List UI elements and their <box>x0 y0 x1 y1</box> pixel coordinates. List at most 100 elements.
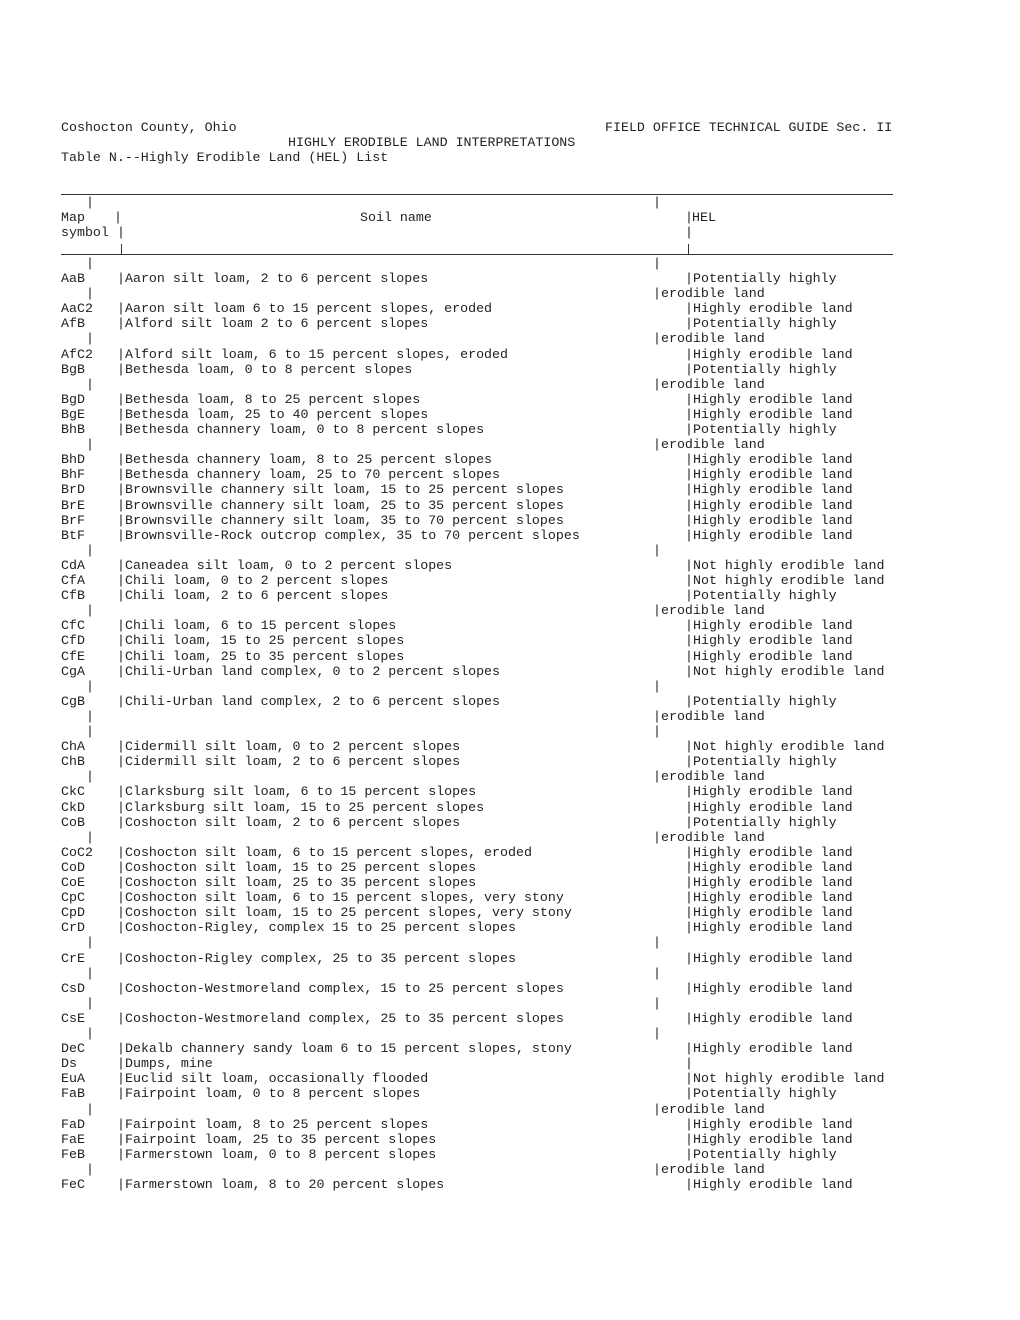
soil-name: |Farmerstown loam, 0 to 8 percent slopes <box>117 1147 437 1162</box>
hel-class: |Not highly erodible land <box>685 664 885 679</box>
map-symbol: CoD <box>61 860 85 875</box>
soil-name: |Chili loam, 25 to 35 percent slopes <box>117 649 405 664</box>
column-separator: | <box>86 935 94 950</box>
soil-name: |Bethesda loam, 8 to 25 percent slopes <box>117 392 421 407</box>
hel-class: |Highly erodible land <box>685 1041 853 1056</box>
hel-class: |Highly erodible land <box>685 467 853 482</box>
soil-name: |Coshocton silt loam, 6 to 15 percent sl… <box>117 890 564 905</box>
soil-name: |Dumps, mine <box>117 1056 213 1071</box>
document-subtitle: HIGHLY ERODIBLE LAND INTERPRETATIONS <box>288 135 576 150</box>
soil-name: |Cidermill silt loam, 0 to 2 percent slo… <box>117 739 461 754</box>
map-symbol: CfC <box>61 618 85 633</box>
column-separator: | <box>86 1026 94 1041</box>
hel-class: |Highly erodible land <box>685 618 853 633</box>
column-separator: | <box>86 331 94 346</box>
soil-name: |Chili-Urban land complex, 2 to 6 percen… <box>117 694 501 709</box>
map-symbol: DeC <box>61 1041 85 1056</box>
hel-class: |Highly erodible land <box>685 452 853 467</box>
column-separator: | <box>86 377 94 392</box>
map-symbol: CoE <box>61 875 85 890</box>
hel-class-continued: |erodible land <box>653 1102 765 1117</box>
soil-name: |Coshocton silt loam, 15 to 25 percent s… <box>117 905 572 920</box>
column-separator: | <box>86 709 94 724</box>
soil-name: |Bethesda loam, 0 to 8 percent slopes <box>117 362 413 377</box>
column-header-map: Map <box>61 210 85 225</box>
hel-class-continued: |erodible land <box>653 769 765 784</box>
column-header-soil-name: Soil name <box>360 210 432 225</box>
soil-name: |Fairpoint loam, 8 to 25 percent slopes <box>117 1117 429 1132</box>
map-symbol: ChA <box>61 739 85 754</box>
hel-class: |Highly erodible land <box>685 1117 853 1132</box>
map-symbol: CrE <box>61 951 85 966</box>
hel-class: |Highly erodible land <box>685 513 853 528</box>
column-separator: | <box>86 679 94 694</box>
hel-class-continued: |erodible land <box>653 830 765 845</box>
column-separator: | <box>86 437 94 452</box>
hel-class: |Potentially highly <box>685 316 837 331</box>
county-label: Coshocton County, Ohio <box>61 120 237 135</box>
map-symbol: CfB <box>61 588 85 603</box>
hel-class: |Highly erodible land <box>685 528 853 543</box>
map-symbol: CfE <box>61 649 85 664</box>
map-symbol: BgD <box>61 392 85 407</box>
soil-name: |Cidermill silt loam, 2 to 6 percent slo… <box>117 754 461 769</box>
hel-class: |Not highly erodible land <box>685 739 885 754</box>
map-symbol: BtF <box>61 528 85 543</box>
map-symbol: BhB <box>61 422 85 437</box>
hel-class: |Highly erodible land <box>685 347 853 362</box>
map-symbol: CkD <box>61 800 85 815</box>
hel-class: |Potentially highly <box>685 588 837 603</box>
hel-class-continued: |erodible land <box>653 377 765 392</box>
column-separator: | <box>653 966 661 981</box>
hel-class: |Highly erodible land <box>685 1132 853 1147</box>
soil-name: |Coshocton silt loam, 25 to 35 percent s… <box>117 875 477 890</box>
document-page: Coshocton County, Ohio FIELD OFFICE TECH… <box>61 120 893 1192</box>
map-symbol: AaB <box>61 271 85 286</box>
hel-class: |Highly erodible land <box>685 784 853 799</box>
soil-name: |Coshocton-Westmoreland complex, 15 to 2… <box>117 981 564 996</box>
map-symbol: FeB <box>61 1147 85 1162</box>
map-symbol: AaC2 <box>61 301 93 316</box>
soil-name: |Chili loam, 2 to 6 percent slopes <box>117 588 389 603</box>
column-separator: | <box>653 724 661 739</box>
soil-name: |Fairpoint loam, 25 to 35 percent slopes <box>117 1132 437 1147</box>
column-separator: | <box>86 286 94 301</box>
map-symbol: ChB <box>61 754 85 769</box>
soil-name: |Clarksburg silt loam, 15 to 25 percent … <box>117 800 485 815</box>
hel-class-continued: |erodible land <box>653 286 765 301</box>
column-separator: | <box>653 543 661 558</box>
map-symbol: FaD <box>61 1117 85 1132</box>
hel-class: |Highly erodible land <box>685 860 853 875</box>
soil-name: |Chili loam, 6 to 15 percent slopes <box>117 618 397 633</box>
column-header-symbol: symbol <box>61 225 109 240</box>
hel-class: |Potentially highly <box>685 362 837 377</box>
hel-class: |Highly erodible land <box>685 633 853 648</box>
hel-class-continued: |erodible land <box>653 437 765 452</box>
soil-name: |Dekalb channery sandy loam 6 to 15 perc… <box>117 1041 572 1056</box>
map-symbol: AfC2 <box>61 347 93 362</box>
hel-class: |Highly erodible land <box>685 1177 853 1192</box>
soil-name: |Chili-Urban land complex, 0 to 2 percen… <box>117 664 501 679</box>
map-symbol: BrF <box>61 513 85 528</box>
hel-class: |Highly erodible land <box>685 905 853 920</box>
soil-name: |Caneadea silt loam, 0 to 2 percent slop… <box>117 558 453 573</box>
soil-name: |Brownsville channery silt loam, 15 to 2… <box>117 482 564 497</box>
soil-name: |Chili loam, 15 to 25 percent slopes <box>117 633 405 648</box>
map-symbol: CkC <box>61 784 85 799</box>
column-separator: | <box>86 603 94 618</box>
column-separator: | <box>653 996 661 1011</box>
column-separator: | <box>86 1162 94 1177</box>
soil-name: |Brownsville channery silt loam, 35 to 7… <box>117 513 564 528</box>
soil-name: |Bethesda channery loam, 25 to 70 percen… <box>117 467 501 482</box>
column-separator: | <box>653 679 661 694</box>
soil-name: |Farmerstown loam, 8 to 20 percent slope… <box>117 1177 445 1192</box>
hel-class: |Highly erodible land <box>685 482 853 497</box>
column-separator: | <box>86 1102 94 1117</box>
column-separator: | <box>86 830 94 845</box>
hel-class: |Highly erodible land <box>685 407 853 422</box>
map-symbol: BhF <box>61 467 85 482</box>
map-symbol: BgE <box>61 407 85 422</box>
soil-name: |Bethesda channery loam, 8 to 25 percent… <box>117 452 493 467</box>
column-separator: | <box>86 769 94 784</box>
soil-name: |Coshocton-Rigley, complex 15 to 25 perc… <box>117 920 516 935</box>
